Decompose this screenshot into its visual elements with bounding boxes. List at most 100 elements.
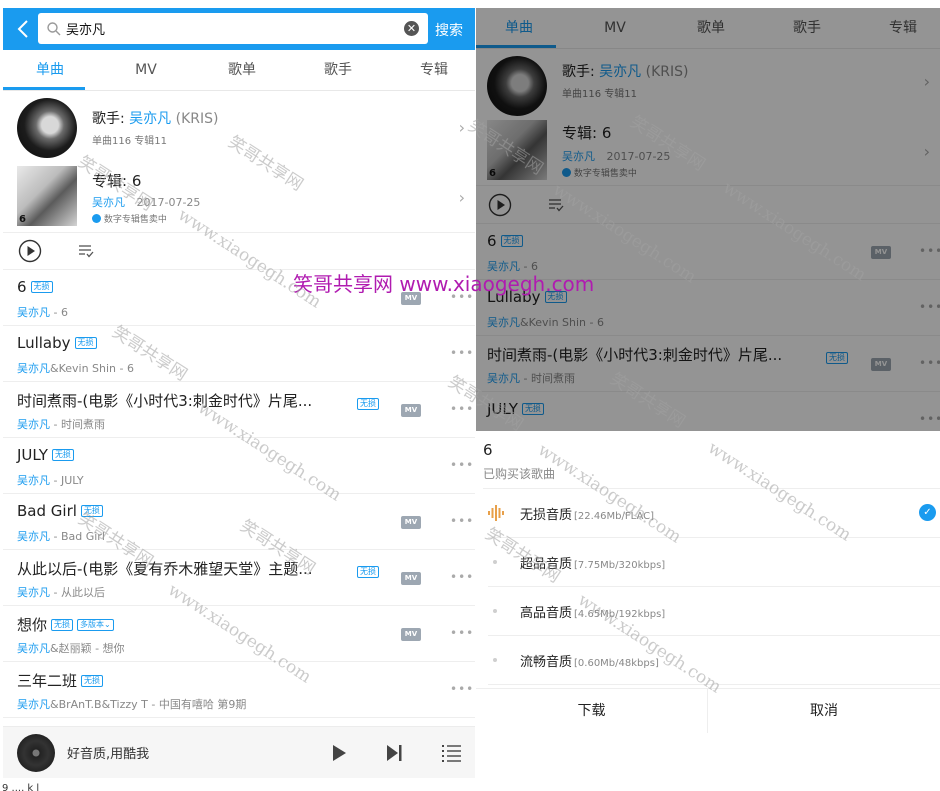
tab-artists[interactable]: 歌手 bbox=[298, 50, 378, 90]
song-artist: 吴亦凡 bbox=[17, 586, 50, 599]
lossless-badge: 无损 bbox=[74, 337, 97, 349]
quality-option-high[interactable]: 高品音质 [4.65Mb/192kbps] bbox=[488, 587, 940, 636]
song-row[interactable]: JULY 无损 吴亦凡 - JULY ••• bbox=[3, 438, 475, 494]
chevron-right-icon: › bbox=[458, 188, 465, 207]
song-extra: &赵丽颖 - 想你 bbox=[50, 642, 125, 655]
quality-name: 高品音质 bbox=[520, 606, 573, 621]
lossless-badge: 无损 bbox=[51, 449, 74, 461]
album-cover: 6 bbox=[17, 166, 77, 226]
multi-select-icon[interactable] bbox=[78, 243, 94, 259]
song-title: 三年二班 bbox=[17, 672, 78, 690]
lossless-badge: 无损 bbox=[357, 566, 379, 578]
mv-icon[interactable]: MV bbox=[401, 572, 421, 585]
song-extra: - 从此以后 bbox=[50, 586, 105, 599]
back-arrow-icon[interactable] bbox=[11, 16, 37, 42]
more-icon[interactable]: ••• bbox=[450, 346, 473, 360]
song-artist: 吴亦凡 bbox=[17, 362, 50, 375]
tab-albums[interactable]: 专辑 bbox=[394, 50, 474, 90]
song-artist: 吴亦凡 bbox=[17, 306, 50, 319]
artist-stats: 单曲116 专辑11 bbox=[92, 136, 167, 147]
sheet-subtitle: 已购买该歌曲 bbox=[483, 467, 556, 481]
play-all-icon[interactable] bbox=[18, 239, 42, 263]
watermark-main: 笑哥共享网 www.xiaogegh.com bbox=[293, 272, 595, 296]
quality-name: 流畅音质 bbox=[520, 655, 573, 670]
song-artist: 吴亦凡 bbox=[17, 698, 50, 711]
search-bar: ✕ 搜索 bbox=[3, 8, 475, 50]
song-artist: 吴亦凡 bbox=[17, 642, 50, 655]
footer-text: 9 .... k l bbox=[2, 783, 40, 791]
song-title: 想你 bbox=[17, 616, 48, 634]
song-extra: - 6 bbox=[50, 306, 68, 319]
tab-playlists[interactable]: 歌单 bbox=[202, 50, 282, 90]
more-icon[interactable]: ••• bbox=[450, 570, 473, 584]
radio-dot-icon bbox=[493, 658, 497, 662]
song-extra: - JULY bbox=[50, 474, 84, 487]
song-row[interactable]: Lullaby 无损 吴亦凡&Kevin Shin - 6 ••• bbox=[3, 326, 475, 382]
left-screen: ✕ 搜索 单曲 MV 歌单 歌手 专辑 歌手: 吴亦凡 (KRIS) 单曲116… bbox=[3, 8, 475, 778]
right-screen: 单曲 MV 歌单 歌手 专辑 歌手: 吴亦凡 (KRIS) 单曲116 专辑11… bbox=[476, 8, 940, 733]
album-disc-icon[interactable] bbox=[17, 734, 55, 772]
multi-version-label: 多版本 bbox=[80, 620, 105, 629]
artist-prefix: 歌手: bbox=[92, 111, 125, 127]
search-box[interactable]: ✕ bbox=[38, 13, 428, 44]
album-cover-text: 6 bbox=[19, 214, 26, 225]
song-row[interactable]: Bad Girl 无损 吴亦凡 - Bad Girl MV ••• bbox=[3, 494, 475, 550]
artist-avatar bbox=[17, 98, 77, 158]
dim-overlay[interactable] bbox=[476, 8, 940, 431]
song-row[interactable]: 从此以后-(电影《夏有乔木雅望天堂》主题... 无损 吴亦凡 - 从此以后 MV… bbox=[3, 550, 475, 606]
more-icon[interactable]: ••• bbox=[450, 626, 473, 640]
album-status: 数字专辑售卖中 bbox=[92, 212, 167, 225]
song-artist: 吴亦凡 bbox=[17, 418, 50, 431]
artist-name: 吴亦凡 bbox=[129, 111, 172, 127]
more-icon[interactable]: ••• bbox=[450, 458, 473, 472]
clear-icon[interactable]: ✕ bbox=[404, 21, 419, 36]
search-input[interactable] bbox=[66, 18, 386, 39]
song-title: Bad Girl bbox=[17, 502, 77, 520]
quality-option-lossless[interactable]: 无损音质 [22.46Mb/FLAC] ✓ bbox=[488, 489, 940, 538]
digital-album-icon bbox=[92, 214, 101, 223]
mv-icon[interactable]: MV bbox=[401, 516, 421, 529]
search-icon bbox=[47, 22, 61, 36]
tab-mv[interactable]: MV bbox=[106, 50, 186, 90]
radio-dot-icon bbox=[493, 560, 497, 564]
song-title: Lullaby bbox=[17, 334, 71, 352]
mv-icon[interactable]: MV bbox=[401, 404, 421, 417]
tab-bar: 单曲 MV 歌单 歌手 专辑 bbox=[3, 50, 475, 91]
player-text: 好音质,用酷我 bbox=[67, 747, 150, 762]
song-artist: 吴亦凡 bbox=[17, 474, 50, 487]
tab-underline bbox=[3, 87, 85, 90]
album-status-text: 数字专辑售卖中 bbox=[103, 215, 167, 225]
song-title: 从此以后-(电影《夏有乔木雅望天堂》主题... bbox=[17, 560, 313, 578]
song-extra: - 时间煮雨 bbox=[50, 418, 105, 431]
song-row[interactable]: 三年二班 无损 吴亦凡&BrAnT.B&Tizzy T - 中国有嘻哈 第9期 •… bbox=[3, 662, 475, 718]
album-card[interactable]: 6 专辑: 6 吴亦凡 2017-07-25 数字专辑售卖中 › bbox=[3, 166, 475, 233]
multi-version-badge[interactable]: 多版本⌄ bbox=[77, 619, 114, 631]
quality-info: [7.75Mb/320kbps] bbox=[574, 560, 666, 571]
quality-info: [0.60Mb/48kbps] bbox=[574, 658, 659, 669]
check-icon: ✓ bbox=[919, 504, 936, 521]
song-title: JULY bbox=[17, 446, 48, 464]
song-artist: 吴亦凡 bbox=[17, 530, 50, 543]
more-icon[interactable]: ••• bbox=[450, 682, 473, 696]
mini-player[interactable]: 好音质,用酷我 bbox=[3, 726, 475, 778]
tab-songs[interactable]: 单曲 bbox=[10, 50, 90, 90]
download-button[interactable]: 下载 bbox=[476, 689, 708, 733]
sheet-buttons: 下载 取消 bbox=[476, 688, 940, 733]
more-icon[interactable]: ••• bbox=[450, 514, 473, 528]
lossless-badge: 无损 bbox=[51, 619, 74, 631]
lossless-badge: 无损 bbox=[81, 675, 104, 687]
quality-name: 无损音质 bbox=[520, 508, 573, 523]
sheet-title: 6 bbox=[483, 441, 493, 459]
play-icon[interactable] bbox=[331, 744, 347, 762]
lossless-badge: 无损 bbox=[30, 281, 53, 293]
mv-icon[interactable]: MV bbox=[401, 628, 421, 641]
cancel-button[interactable]: 取消 bbox=[708, 689, 940, 733]
artist-alias: (KRIS) bbox=[175, 111, 219, 127]
next-track-icon[interactable] bbox=[386, 744, 404, 762]
search-button[interactable]: 搜索 bbox=[435, 20, 463, 40]
song-title: 6 bbox=[17, 278, 27, 296]
artist-line: 歌手: 吴亦凡 (KRIS) bbox=[92, 108, 218, 128]
radio-dot-icon bbox=[493, 609, 497, 613]
playlist-icon[interactable] bbox=[442, 744, 462, 762]
chevron-right-icon: › bbox=[458, 118, 465, 137]
